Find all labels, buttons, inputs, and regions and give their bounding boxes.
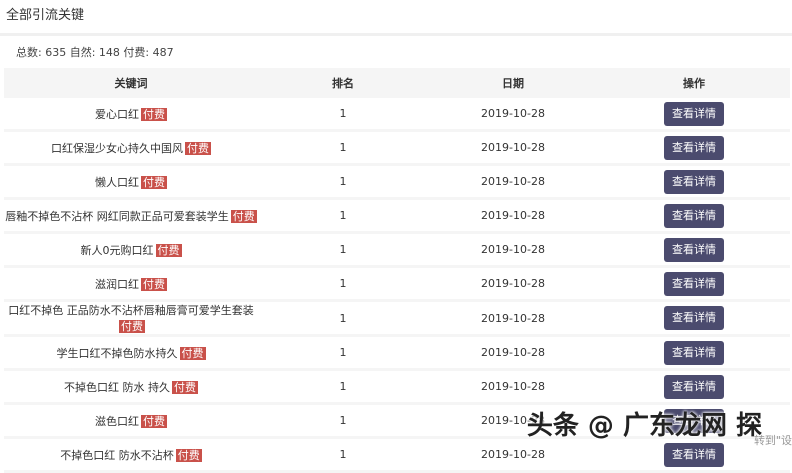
action-cell: 查看详情	[598, 198, 790, 234]
paid-tag: 付费	[175, 448, 202, 462]
table-row: 爱心口红 付费 1 2019-10-28 查看详情	[4, 98, 790, 132]
action-cell: 查看详情	[598, 164, 790, 200]
keyword-cell: 口红保湿少女心持久中国风 付费	[4, 130, 258, 166]
watermark-sub: 转到"设	[753, 434, 792, 447]
page-title: 全部引流关键	[0, 0, 792, 36]
view-details-button[interactable]: 查看详情	[664, 101, 724, 126]
view-details-button[interactable]: 查看详情	[664, 306, 724, 330]
watermark: 头条 @ 广东龙网 探	[526, 411, 762, 441]
table-row: 懒人口红 付费 1 2019-10-28 查看详情	[4, 164, 790, 200]
header-action: 操作	[598, 68, 790, 98]
rank-cell: 1	[258, 198, 428, 234]
keyword-cell: 唇釉不掉色不沾杯 网红同款正品可爱套装学生 付费	[4, 198, 258, 234]
view-details-button[interactable]: 查看详情	[664, 237, 724, 262]
view-details-button[interactable]: 查看详情	[664, 203, 724, 228]
view-details-button[interactable]: 查看详情	[664, 271, 724, 296]
table-row: 滋润口红 付费 1 2019-10-28 查看详情	[4, 266, 790, 302]
rank-cell: 1	[258, 98, 428, 132]
keyword-text: 不掉色口红 防水不沾杯	[60, 448, 174, 462]
paid-tag: 付费	[155, 243, 182, 257]
rank-cell: 1	[258, 403, 428, 439]
date-cell: 2019-10-28	[428, 266, 598, 302]
rank-cell: 1	[258, 437, 428, 473]
keyword-text: 懒人口红	[95, 175, 139, 189]
date-cell: 2019-10-28	[428, 300, 598, 337]
view-details-button[interactable]: 查看详情	[664, 340, 724, 365]
paid-tag: 付费	[141, 277, 167, 291]
date-cell: 2019-10-28	[428, 130, 598, 166]
date-cell: 2019-10-28	[428, 437, 598, 473]
table-row: 不掉色口红 防水不沾杯 付费 1 2019-10-28 查看详情	[4, 437, 790, 473]
view-details-button[interactable]: 查看详情	[664, 169, 724, 194]
header-keyword: 关键词	[4, 68, 258, 98]
keyword-cell: 滋润口红 付费	[4, 266, 258, 302]
action-cell: 查看详情	[598, 335, 790, 371]
action-cell: 查看详情	[598, 232, 790, 268]
table-row: 口红不掉色 正品防水不沾杯唇釉唇膏可爱学生套装付费 1 2019-10-28 查…	[4, 300, 790, 337]
keyword-cell: 学生口红不掉色防水持久 付费	[4, 335, 258, 371]
keyword-cell: 懒人口红 付费	[4, 164, 258, 200]
action-cell: 查看详情	[598, 266, 790, 302]
date-cell: 2019-10-28	[428, 98, 598, 132]
paid-tag: 付费	[172, 380, 198, 394]
date-cell: 2019-10-28	[428, 369, 598, 405]
rank-cell: 1	[258, 130, 428, 166]
action-cell: 查看详情	[598, 369, 790, 405]
rank-cell: 1	[258, 369, 428, 405]
keyword-cell: 不掉色口红 防水 持久 付费	[4, 369, 258, 405]
rank-cell: 1	[258, 164, 428, 200]
view-details-button[interactable]: 查看详情	[664, 442, 724, 467]
view-details-button[interactable]: 查看详情	[664, 374, 724, 399]
date-cell: 2019-10-28	[428, 335, 598, 371]
keyword-cell: 滋色口红 付费	[4, 403, 258, 439]
view-details-button[interactable]: 查看详情	[664, 135, 724, 160]
table-row: 不掉色口红 防水 持久 付费 1 2019-10-28 查看详情	[4, 369, 790, 405]
keyword-text: 口红保湿少女心持久中国风	[51, 141, 183, 155]
paid-tag: 付费	[141, 107, 167, 121]
rank-cell: 1	[258, 266, 428, 302]
date-cell: 2019-10-28	[428, 198, 598, 234]
paid-tag: 付费	[185, 141, 211, 155]
header-rank: 排名	[258, 68, 428, 98]
action-cell: 查看详情	[598, 98, 790, 132]
action-cell: 查看详情	[598, 130, 790, 166]
table-row: 新人0元购口红 付费 1 2019-10-28 查看详情	[4, 232, 790, 268]
keyword-text: 滋色口红	[95, 414, 139, 428]
keyword-cell: 新人0元购口红 付费	[4, 232, 258, 268]
rank-cell: 1	[258, 232, 428, 268]
keyword-text: 学生口红不掉色防水持久	[56, 346, 178, 360]
keyword-text: 爱心口红	[95, 107, 139, 121]
rank-cell: 1	[258, 300, 428, 337]
keyword-cell: 不掉色口红 防水不沾杯 付费	[4, 437, 258, 473]
keyword-text: 不掉色口红 防水 持久	[64, 380, 170, 394]
paid-tag: 付费	[119, 320, 145, 333]
table-row: 口红保湿少女心持久中国风 付费 1 2019-10-28 查看详情	[4, 130, 790, 166]
paid-tag: 付费	[141, 175, 167, 189]
paid-tag: 付费	[179, 346, 206, 360]
table-row: 学生口红不掉色防水持久 付费 1 2019-10-28 查看详情	[4, 335, 790, 371]
keyword-text: 唇釉不掉色不沾杯 网红同款正品可爱套装学生	[5, 209, 229, 223]
paid-tag: 付费	[230, 209, 257, 223]
summary-counts: 总数: 635 自然: 148 付费: 487	[16, 46, 174, 59]
date-cell: 2019-10-28	[428, 164, 598, 200]
rank-cell: 1	[258, 335, 428, 371]
keyword-text: 口红不掉色 正品防水不沾杯唇釉唇膏可爱学生套装	[8, 304, 254, 317]
keyword-cell: 口红不掉色 正品防水不沾杯唇釉唇膏可爱学生套装付费	[4, 300, 258, 337]
keyword-text: 新人0元购口红	[80, 243, 154, 257]
header-date: 日期	[428, 68, 598, 98]
action-cell: 查看详情	[598, 300, 790, 337]
paid-tag: 付费	[141, 414, 167, 428]
keyword-text: 滋润口红	[95, 277, 139, 291]
keyword-cell: 爱心口红 付费	[4, 98, 258, 132]
date-cell: 2019-10-28	[428, 232, 598, 268]
table-row: 唇釉不掉色不沾杯 网红同款正品可爱套装学生 付费 1 2019-10-28 查看详…	[4, 198, 790, 234]
